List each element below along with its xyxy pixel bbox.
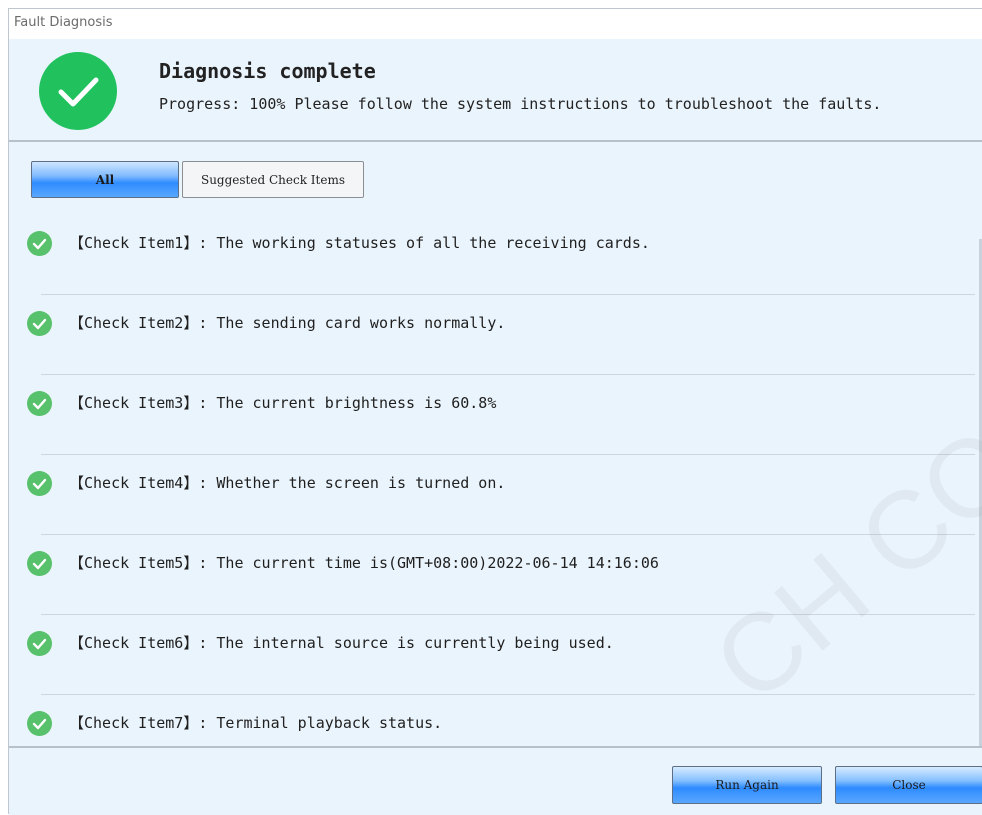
list-item: 【Check Item6】: The internal source is cu… xyxy=(9,614,982,695)
close-button[interactable]: Close xyxy=(835,766,982,804)
check-item-label: 【Check Item6】: The internal source is cu… xyxy=(69,634,614,652)
check-item-label: 【Check Item2】: The sending card works no… xyxy=(69,314,506,332)
run-again-button[interactable]: Run Again xyxy=(672,766,822,804)
window-title: Fault Diagnosis xyxy=(14,15,113,30)
diagnosis-header: Diagnosis complete Progress: 100% Please… xyxy=(9,39,982,142)
list-item: 【Check Item5】: The current time is(GMT+0… xyxy=(9,534,982,615)
check-circle-icon xyxy=(27,471,52,496)
list-item: 【Check Item2】: The sending card works no… xyxy=(9,294,982,375)
tab-all[interactable]: All xyxy=(31,161,179,198)
list-item: 【Check Item7】: Terminal playback status. xyxy=(9,694,982,746)
list-item: 【Check Item4】: Whether the screen is tur… xyxy=(9,454,982,535)
diagnosis-title: Diagnosis complete xyxy=(159,59,376,83)
fault-diagnosis-window: Fault Diagnosis Diagnosis complete Progr… xyxy=(8,8,982,815)
check-circle-icon xyxy=(27,631,52,656)
check-item-label: 【Check Item3】: The current brightness is… xyxy=(69,394,497,412)
check-item-list[interactable]: 【Check Item1】: The working statuses of a… xyxy=(9,214,982,746)
dialog-footer: Run Again Close xyxy=(9,746,982,815)
check-circle-icon xyxy=(27,231,52,256)
check-item-label: 【Check Item5】: The current time is(GMT+0… xyxy=(69,554,659,572)
check-item-label: 【Check Item4】: Whether the screen is tur… xyxy=(69,474,506,492)
check-circle-icon xyxy=(27,711,52,736)
diagnosis-progress: Progress: 100% Please follow the system … xyxy=(159,95,882,113)
title-bar: Fault Diagnosis xyxy=(9,9,982,39)
tab-suggested-check-items[interactable]: Suggested Check Items xyxy=(182,161,364,198)
check-circle-icon xyxy=(27,551,52,576)
check-circle-icon xyxy=(39,52,117,130)
list-item: 【Check Item3】: The current brightness is… xyxy=(9,374,982,455)
check-circle-icon xyxy=(27,311,52,336)
check-item-label: 【Check Item7】: Terminal playback status. xyxy=(69,714,443,732)
check-circle-icon xyxy=(27,391,52,416)
check-item-label: 【Check Item1】: The working statuses of a… xyxy=(69,234,650,252)
list-item: 【Check Item1】: The working statuses of a… xyxy=(9,214,982,295)
